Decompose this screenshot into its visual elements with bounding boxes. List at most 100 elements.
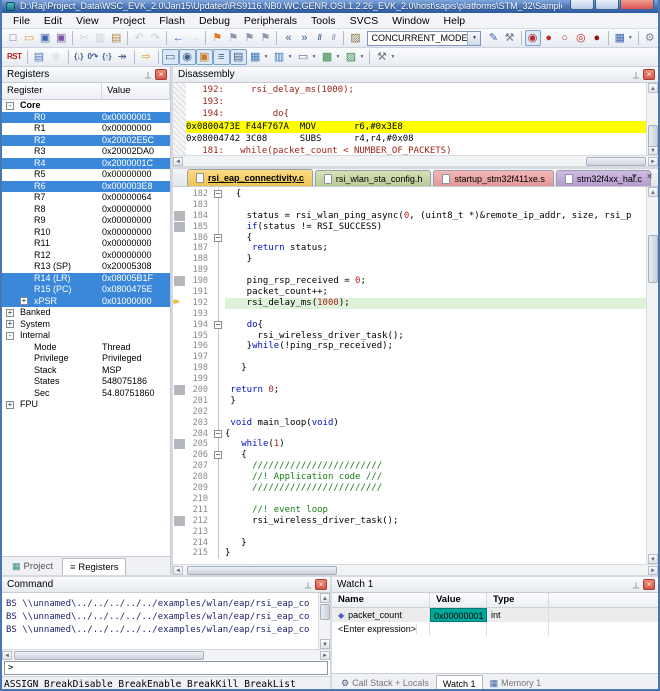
menu-svcs[interactable]: SVCS <box>343 14 386 28</box>
tab-call-stack-locals[interactable]: ⚙Call Stack + Locals <box>334 675 436 691</box>
register-row-r2[interactable]: R20x20002E5C <box>2 135 170 147</box>
scroll-right-icon[interactable]: ► <box>320 651 330 660</box>
scroll-right-icon[interactable]: ► <box>648 157 658 166</box>
indent-icon[interactable]: » <box>296 30 312 46</box>
register-row-stack[interactable]: StackMSP <box>2 365 170 377</box>
window-select-icon[interactable]: ▦ <box>612 30 628 46</box>
navigate-forward-icon[interactable]: → <box>186 30 202 46</box>
fold-gutter[interactable] <box>213 483 225 494</box>
fold-gutter[interactable] <box>213 538 225 549</box>
code-line-191[interactable]: 191 packet_count++; <box>173 287 658 298</box>
register-row-xpsr[interactable]: +xPSR0x01000000 <box>2 296 170 308</box>
scroll-thumb[interactable] <box>320 604 330 620</box>
fold-gutter[interactable] <box>213 222 225 233</box>
fold-collapse-icon[interactable]: − <box>214 190 222 198</box>
code-line-187[interactable]: 187 return status; <box>173 243 658 254</box>
menu-help[interactable]: Help <box>437 14 473 28</box>
code-line-214[interactable]: 214 } <box>173 538 658 549</box>
register-row-r14-lr[interactable]: R14 (LR)0x08005B1F <box>2 273 170 285</box>
editor-vscrollbar[interactable]: ▲ ▼ <box>646 187 658 564</box>
insert-breakpoint-icon[interactable]: ● <box>541 30 557 46</box>
bookmark-clear-icon[interactable]: ⚑ <box>257 30 273 46</box>
disassembly-line[interactable]: 0x0800473E F44F767A MOV r6,#0x3E8 <box>186 121 646 133</box>
line-margin[interactable] <box>173 374 187 385</box>
watch-row-packet-count[interactable]: ◆packet_count0x00000001int <box>332 608 658 622</box>
disassembly-line[interactable]: 194: do{ <box>186 108 646 120</box>
menu-edit[interactable]: Edit <box>37 14 69 28</box>
close-document-icon[interactable]: ✕ <box>646 172 653 181</box>
tab-watch-1[interactable]: Watch 1 <box>436 675 483 691</box>
fold-gutter[interactable] <box>213 472 225 483</box>
open-folder-icon[interactable]: ▭ <box>21 30 37 46</box>
uncomment-selection-icon[interactable]: // <box>326 30 340 46</box>
manage-runtime-env-icon[interactable]: ✎ <box>485 30 501 46</box>
column-value[interactable]: Value <box>102 83 170 99</box>
code-line-206[interactable]: 206− { <box>173 450 658 461</box>
close-icon[interactable]: × <box>315 579 327 590</box>
code-line-194[interactable]: 194− do{ <box>173 320 658 331</box>
close-button[interactable] <box>620 0 654 10</box>
code-line-188[interactable]: 188 } <box>173 254 658 265</box>
fold-gutter[interactable] <box>213 331 225 342</box>
fold-collapse-icon[interactable]: − <box>214 321 222 329</box>
fold-gutter[interactable] <box>213 298 225 309</box>
code-line-215[interactable]: 215} <box>173 548 658 559</box>
fold-gutter[interactable] <box>213 265 225 276</box>
register-row-banked[interactable]: +Banked <box>2 307 170 319</box>
code-line-207[interactable]: 207 //////////////////////// <box>173 461 658 472</box>
code-line-199[interactable]: 199 <box>173 374 658 385</box>
fold-gutter[interactable] <box>213 396 225 407</box>
line-margin[interactable] <box>173 243 187 254</box>
scroll-down-icon[interactable]: ▼ <box>648 554 658 564</box>
code-line-195[interactable]: 195 rsi_wireless_driver_task(); <box>173 331 658 342</box>
menu-tools[interactable]: Tools <box>304 14 343 28</box>
code-line-201[interactable]: 201 } <box>173 396 658 407</box>
editor-hscrollbar[interactable]: ◄ ► <box>173 564 658 575</box>
analysis-window-dropdown-icon[interactable]: ▼ <box>336 54 341 60</box>
menu-file[interactable]: File <box>6 14 37 28</box>
line-margin[interactable] <box>173 396 187 407</box>
expand-icon[interactable]: - <box>6 332 14 340</box>
chevron-down-icon[interactable]: ▼ <box>467 32 480 45</box>
code-line-182[interactable]: 182− { <box>173 189 658 200</box>
fold-gutter[interactable] <box>213 276 225 287</box>
fold-gutter[interactable] <box>213 527 225 538</box>
register-row-privilege[interactable]: PrivilegePrivileged <box>2 353 170 365</box>
run-icon[interactable]: ⇨ <box>138 49 155 65</box>
scroll-thumb[interactable] <box>648 235 658 283</box>
menu-flash[interactable]: Flash <box>152 14 192 28</box>
scroll-thumb[interactable] <box>14 651 204 660</box>
command-vscrollbar[interactable]: ▲ ▼ <box>318 593 330 649</box>
menu-debug[interactable]: Debug <box>192 14 237 28</box>
scroll-left-icon[interactable]: ◄ <box>173 157 183 166</box>
column-register[interactable]: Register <box>2 83 102 99</box>
register-row-r7[interactable]: R70x00000064 <box>2 192 170 204</box>
command-window-icon[interactable]: ▭ <box>162 49 179 65</box>
line-margin[interactable] <box>173 548 187 559</box>
menu-window[interactable]: Window <box>385 14 436 28</box>
redo-icon[interactable]: ↷ <box>147 30 163 46</box>
pin-icon[interactable]: ⊤ <box>632 579 640 590</box>
expand-icon[interactable]: + <box>6 401 14 409</box>
line-margin[interactable] <box>173 494 187 505</box>
code-line-209[interactable]: 209 //////////////////////// <box>173 483 658 494</box>
register-row-r8[interactable]: R80x00000000 <box>2 204 170 216</box>
disassembly-line[interactable]: 193: <box>186 96 646 108</box>
bookmark-toggle-icon[interactable]: ⚑ <box>209 30 225 46</box>
line-margin[interactable] <box>173 320 187 331</box>
line-margin[interactable] <box>173 505 187 516</box>
target-options-icon[interactable]: ⚒ <box>502 30 518 46</box>
line-margin[interactable] <box>173 472 187 483</box>
scroll-thumb[interactable] <box>586 157 646 166</box>
run-to-cursor-icon[interactable]: ↠ <box>114 49 131 65</box>
expand-icon[interactable]: - <box>6 102 14 110</box>
save-icon[interactable]: ▣ <box>37 30 53 46</box>
call-stack-window-icon[interactable]: ▤ <box>230 49 247 65</box>
code-line-203[interactable]: 203 void main_loop(void) <box>173 418 658 429</box>
disassembly-vscrollbar[interactable]: ▲ ▼ <box>646 83 658 155</box>
command-hscrollbar[interactable]: ◄ ► <box>2 649 330 660</box>
tab-registers[interactable]: ≡Registers <box>62 558 126 575</box>
menu-peripherals[interactable]: Peripherals <box>237 14 304 28</box>
tab-rsi-eap-connectivity-c[interactable]: rsi_eap_connectivity.c <box>187 169 313 186</box>
fold-gutter[interactable] <box>213 385 225 396</box>
